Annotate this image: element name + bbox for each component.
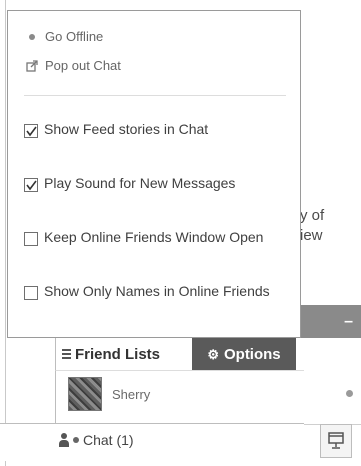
background-text-line-1: y of: [300, 207, 325, 224]
checkbox[interactable]: [24, 232, 38, 246]
option-label: Show Feed stories in Chat: [44, 121, 209, 137]
friend-list-tabs: Friend Lists ⚙ Options: [55, 338, 305, 370]
option-play-sound[interactable]: Play Sound for New Messages: [24, 175, 274, 192]
chat-options-menu: Go Offline Pop out Chat Show Feed storie…: [7, 10, 301, 338]
frame-border: [5, 0, 6, 466]
chat-bar: Chat (1): [0, 423, 304, 461]
tab-options[interactable]: ⚙ Options: [192, 338, 296, 370]
background-text-line-2: iew: [300, 227, 323, 244]
checkbox[interactable]: [24, 178, 38, 192]
friend-name: Sherry: [112, 386, 151, 402]
window-icon-button[interactable]: [320, 424, 352, 458]
option-show-only-names[interactable]: Show Only Names in Online Friends: [24, 283, 274, 300]
tab-friend-lists-label: Friend Lists: [75, 345, 161, 363]
option-label: Keep Online Friends Window Open: [44, 229, 264, 245]
option-label: Play Sound for New Messages: [44, 175, 236, 191]
go-offline-link[interactable]: Go Offline: [26, 29, 103, 44]
chat-button-label: Chat (1): [83, 432, 134, 448]
chat-header-strip: –: [300, 305, 361, 338]
friend-list-item[interactable]: Sherry: [55, 370, 304, 417]
online-status-dot: [346, 390, 353, 397]
pop-out-chat-link[interactable]: Pop out Chat: [26, 58, 121, 73]
checkmark-icon: [26, 126, 37, 137]
option-keep-online-friends-open[interactable]: Keep Online Friends Window Open: [24, 229, 274, 246]
checkbox[interactable]: [24, 286, 38, 300]
bullet-icon: [29, 33, 35, 40]
checkmark-icon: [26, 180, 37, 191]
popout-icon: [26, 59, 38, 72]
online-dot-icon: [73, 437, 79, 443]
right-column: [304, 338, 361, 466]
checkbox[interactable]: [24, 124, 38, 138]
tab-friend-lists[interactable]: Friend Lists: [56, 338, 192, 370]
list-icon: [62, 349, 71, 359]
window-icon: [328, 432, 344, 449]
tab-options-label: Options: [223, 345, 281, 363]
chat-button[interactable]: Chat (1): [59, 432, 134, 448]
option-show-feed-stories[interactable]: Show Feed stories in Chat: [24, 121, 274, 138]
background-text: y of iew: [300, 206, 324, 246]
pop-out-chat-label: Pop out Chat: [45, 58, 121, 73]
avatar: [68, 377, 102, 411]
menu-separator: [24, 95, 286, 96]
person-icon: [59, 433, 69, 447]
minimize-icon[interactable]: –: [344, 313, 353, 331]
go-offline-label: Go Offline: [45, 29, 104, 44]
option-label: Show Only Names in Online Friends: [44, 283, 270, 299]
gear-icon: ⚙: [207, 346, 219, 362]
